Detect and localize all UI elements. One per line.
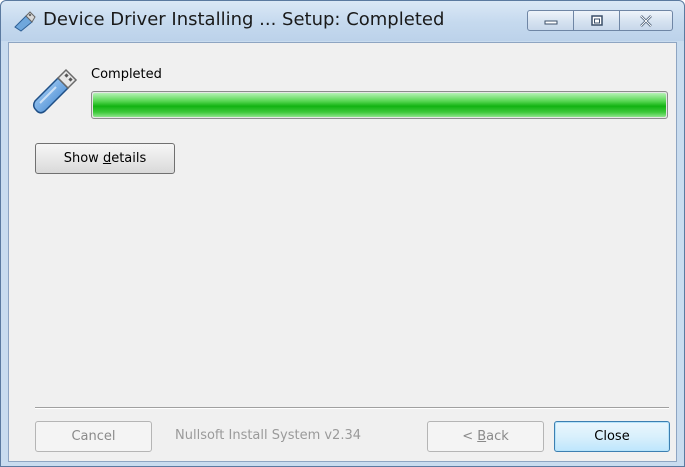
show-details-label-prefix: Show [63, 151, 103, 166]
show-details-label-mnemonic: d [102, 151, 112, 166]
close-button[interactable]: Close [554, 421, 670, 452]
back-label-mnemonic: B [477, 429, 487, 444]
maximize-icon [590, 14, 603, 26]
dialog-body: Completed Show d etails Cancel Nullsoft I… [8, 42, 677, 462]
branding-text: Nullsoft Install System v2.34 [175, 428, 362, 443]
maximize-button[interactable] [574, 10, 620, 31]
progress-bar-fill [93, 93, 666, 117]
installer-window: Device Driver Installing ... Setup: Comp… [0, 0, 685, 467]
close-icon [640, 14, 652, 27]
installer-usb-icon [14, 11, 36, 32]
minimize-button[interactable] [527, 10, 574, 31]
progress-bar [91, 91, 668, 119]
usb-drive-icon [32, 68, 78, 114]
footer-separator [35, 407, 669, 409]
minimize-icon [544, 20, 557, 24]
caption-buttons [527, 10, 673, 32]
show-details-label-suffix: etails [111, 151, 147, 166]
title-bar[interactable]: Device Driver Installing ... Setup: Comp… [1, 1, 684, 41]
cancel-button[interactable]: Cancel [35, 421, 152, 452]
back-button[interactable]: < Back [427, 421, 544, 452]
back-label-prefix: < [462, 429, 478, 444]
back-label-suffix: ack [486, 429, 509, 444]
close-window-button[interactable] [620, 10, 673, 31]
window-title: Device Driver Installing ... Setup: Comp… [43, 9, 445, 30]
show-details-button[interactable]: Show d etails [35, 143, 175, 174]
status-text: Completed [91, 67, 162, 82]
